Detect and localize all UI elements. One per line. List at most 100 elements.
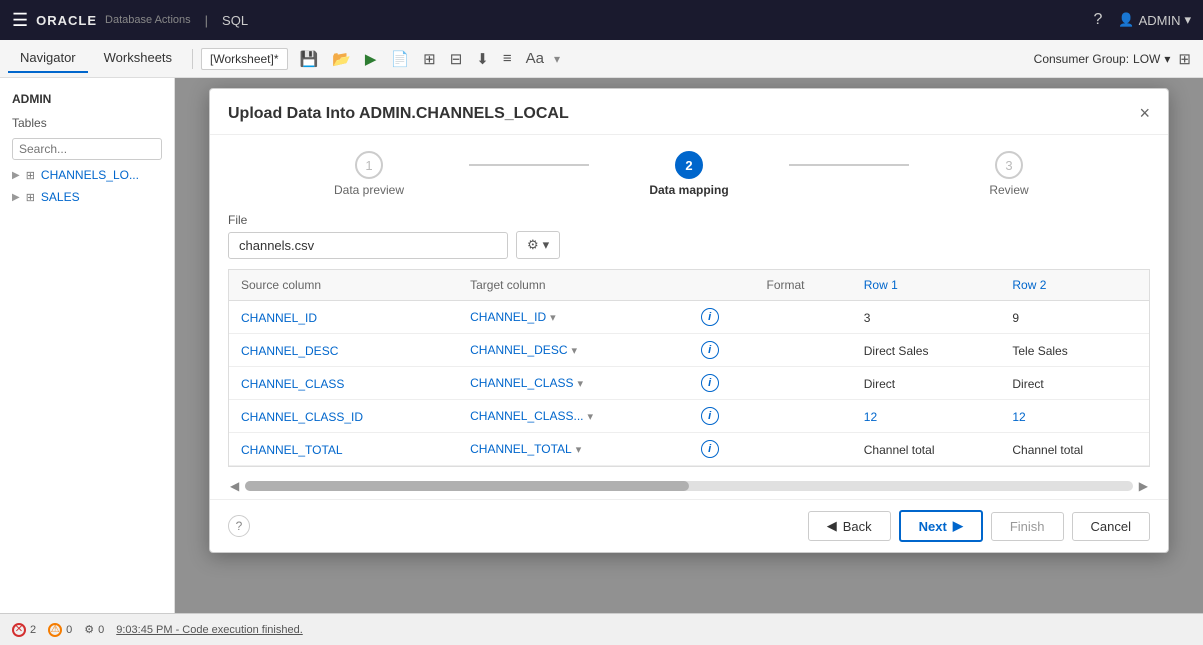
sidebar-item-sales[interactable]: ▶ ⊞ SALES xyxy=(0,186,174,208)
format-cell xyxy=(754,367,851,400)
dropdown-arrow-icon[interactable]: ▾ xyxy=(576,443,582,456)
dropdown-arrow-icon[interactable]: ▾ xyxy=(588,410,594,423)
footer-right: ◀ Back Next ▶ Finish Cancel xyxy=(808,510,1150,542)
topbar: ☰ ORACLE Database Actions | SQL ? 👤 ADMI… xyxy=(0,0,1203,40)
table-scroll[interactable]: Source column Target column Format Row 1… xyxy=(229,270,1149,466)
scroll-thumb xyxy=(245,481,689,491)
col-target: Target column xyxy=(458,270,688,301)
table-row: CHANNEL_DESC CHANNEL_DESC▾ i Direct Sale… xyxy=(229,334,1149,367)
info-icon[interactable]: i xyxy=(701,308,719,326)
step-2-circle: 2 xyxy=(675,151,703,179)
expand-icon: ▶ xyxy=(12,192,20,203)
tab-worksheets[interactable]: Worksheets xyxy=(92,44,184,73)
step-3-circle: 3 xyxy=(995,151,1023,179)
run-icon[interactable]: ▶ xyxy=(361,48,381,70)
warning-count: 0 xyxy=(66,624,72,636)
col-format: Format xyxy=(754,270,851,301)
content-area: ADMIN Tables ▶ ⊞ CHANNELS_LO... ▶ ⊞ SALE… xyxy=(0,78,1203,613)
scroll-track[interactable] xyxy=(245,481,1133,491)
row1-val: 3 xyxy=(864,311,871,325)
table-body: CHANNEL_ID CHANNEL_ID▾ i 3 9 CHANNEL_DES… xyxy=(229,301,1149,466)
format-icon[interactable]: Aa xyxy=(522,48,548,69)
settings-button[interactable]: ⚙ ▾ xyxy=(516,231,560,259)
step-line-1 xyxy=(469,164,589,166)
back-arrow-icon: ◀ xyxy=(827,518,837,534)
scroll-right-icon[interactable]: ▶ xyxy=(1137,477,1150,495)
gear-count: 0 xyxy=(98,624,104,636)
status-message[interactable]: 9:03:45 PM - Code execution finished. xyxy=(116,624,303,636)
table-icon[interactable]: ⊟ xyxy=(446,48,467,70)
file-input-row: channels.csv ⚙ ▾ xyxy=(228,231,1150,259)
tab-navigator[interactable]: Navigator xyxy=(8,44,88,73)
format-cell xyxy=(754,400,851,433)
format-arrow-icon[interactable]: ▾ xyxy=(554,52,560,66)
consumer-group-arrow-icon[interactable]: ▾ xyxy=(1164,52,1170,66)
toolbar-divider-1 xyxy=(192,49,193,69)
table-icon: ⊞ xyxy=(26,169,35,182)
dropdown-arrow-icon[interactable]: ▾ xyxy=(571,344,577,357)
close-button[interactable]: × xyxy=(1139,103,1150,124)
gear-icon: ⚙ xyxy=(527,237,539,253)
error-status: ✕ 2 xyxy=(12,623,36,637)
sidebar-item-label: SALES xyxy=(41,190,80,204)
data-table: Source column Target column Format Row 1… xyxy=(229,270,1149,466)
format-cell xyxy=(754,433,851,466)
source-col: CHANNEL_DESC xyxy=(241,344,338,358)
row1-val: Direct xyxy=(864,377,895,391)
table-header: Source column Target column Format Row 1… xyxy=(229,270,1149,301)
target-select[interactable]: CHANNEL_CLASS▾ xyxy=(470,376,676,390)
modal-footer: ? ◀ Back Next ▶ Finish xyxy=(210,499,1168,552)
scroll-row: ◀ ▶ xyxy=(210,473,1168,499)
list-icon[interactable]: ≡ xyxy=(499,48,516,69)
file-label: File xyxy=(228,213,1150,227)
finish-label: Finish xyxy=(1010,519,1045,534)
grid-view-icon[interactable]: ⊞ xyxy=(1174,48,1195,70)
info-icon[interactable]: i xyxy=(701,341,719,359)
back-button[interactable]: ◀ Back xyxy=(808,511,891,541)
source-col: CHANNEL_ID xyxy=(241,311,317,325)
col-row1: Row 1 xyxy=(852,270,1001,301)
row2-val: Direct xyxy=(1012,377,1043,391)
step-3-container: 3 Review xyxy=(909,151,1109,197)
save-icon[interactable]: 💾 xyxy=(296,48,323,70)
script-icon[interactable]: 📄 xyxy=(386,48,413,70)
next-button[interactable]: Next ▶ xyxy=(899,510,983,542)
target-select[interactable]: CHANNEL_ID▾ xyxy=(470,310,676,324)
open-icon[interactable]: 📂 xyxy=(328,48,355,70)
footer-help-icon[interactable]: ? xyxy=(228,515,250,537)
user-label: ADMIN xyxy=(1139,13,1181,28)
info-icon[interactable]: i xyxy=(701,374,719,392)
topbar-section: SQL xyxy=(222,13,248,28)
search-input[interactable] xyxy=(12,138,162,160)
error-count: 2 xyxy=(30,624,36,636)
info-icon[interactable]: i xyxy=(701,407,719,425)
dropdown-arrow-icon[interactable]: ▾ xyxy=(578,377,584,390)
user-menu[interactable]: 👤 ADMIN ▾ xyxy=(1118,12,1191,28)
step-1-container: 1 Data preview xyxy=(269,151,469,197)
row2-val: 12 xyxy=(1012,410,1025,424)
cancel-button[interactable]: Cancel xyxy=(1072,512,1150,541)
step-3-label: Review xyxy=(989,183,1028,197)
toolbar-icons: 💾 📂 ▶ 📄 ⊞ ⊟ ⬇ ≡ Aa ▾ xyxy=(296,48,561,70)
target-select[interactable]: CHANNEL_DESC▾ xyxy=(470,343,676,357)
sidebar-admin-label: ADMIN xyxy=(0,86,174,112)
dropdown-arrow-icon[interactable]: ▾ xyxy=(550,311,556,324)
menu-icon[interactable]: ☰ xyxy=(12,10,28,31)
target-select[interactable]: CHANNEL_CLASS...▾ xyxy=(470,409,676,423)
topbar-app-sep: Database Actions xyxy=(105,14,191,26)
col-info xyxy=(689,270,755,301)
scroll-left-icon[interactable]: ◀ xyxy=(228,477,241,495)
worksheet-tab[interactable]: [Worksheet]* xyxy=(201,48,287,70)
next-arrow-icon: ▶ xyxy=(953,518,963,534)
table-row: CHANNEL_CLASS_ID CHANNEL_CLASS...▾ i 12 … xyxy=(229,400,1149,433)
help-icon[interactable]: ? xyxy=(1093,11,1102,29)
file-section: File channels.csv ⚙ ▾ xyxy=(210,205,1168,263)
grid-icon[interactable]: ⊞ xyxy=(419,48,440,70)
target-select[interactable]: CHANNEL_TOTAL▾ xyxy=(470,442,676,456)
info-icon[interactable]: i xyxy=(701,440,719,458)
download-icon[interactable]: ⬇ xyxy=(472,48,493,70)
step-1-circle: 1 xyxy=(355,151,383,179)
statusbar: ✕ 2 ⚠ 0 ⚙ 0 9:03:45 PM - Code execution … xyxy=(0,613,1203,645)
sidebar-item-channels[interactable]: ▶ ⊞ CHANNELS_LO... xyxy=(0,164,174,186)
table-icon: ⊞ xyxy=(26,191,35,204)
